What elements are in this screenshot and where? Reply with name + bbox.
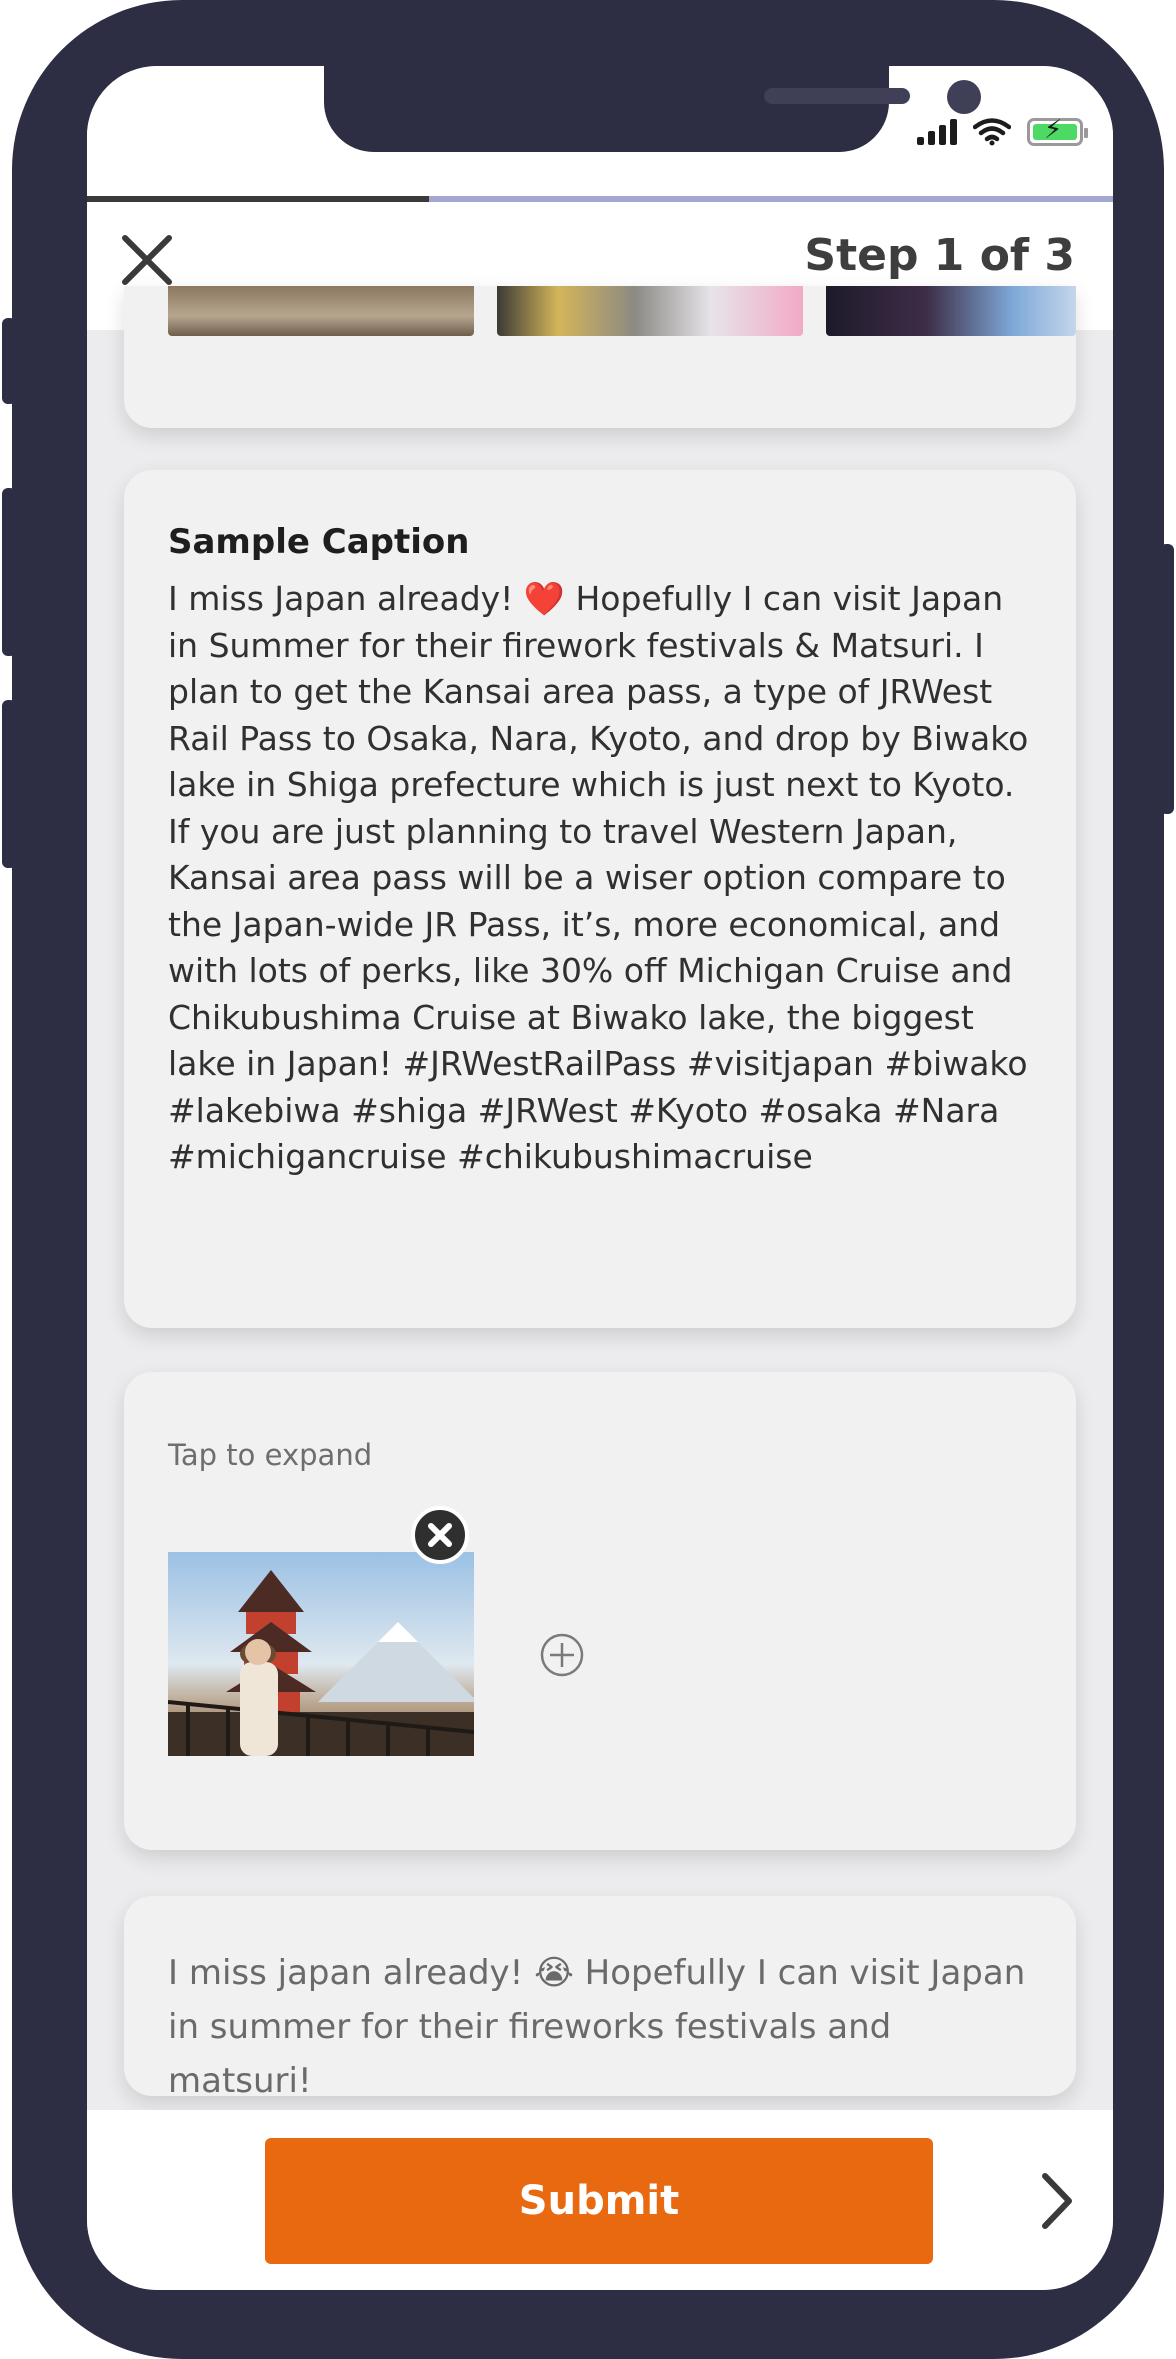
caption-input-card[interactable]: I miss japan already! 😭 Hopefully I can … [124,1896,1076,2101]
caption-text: I miss Japan already! ❤️ Hopefully I can… [168,579,1029,1176]
add-photo-icon[interactable] [539,1632,585,1678]
front-camera [947,80,981,114]
sample-caption-card: Sample Caption I miss Japan already! ❤️ … [124,470,1076,1328]
submit-button[interactable]: Submit [265,2138,933,2264]
earpiece-speaker [764,88,910,104]
status-icons: ⚡ [917,117,1088,146]
bottom-action-bar: Submit [87,2110,1113,2290]
media-thumbnail[interactable] [497,286,803,336]
cellular-signal-icon [917,119,957,145]
battery-charging-icon: ⚡ [1027,117,1088,146]
media-strip-card [124,286,1076,428]
chevron-right-icon[interactable] [1037,2170,1077,2232]
caption-input-text[interactable]: I miss japan already! 😭 Hopefully I can … [168,1946,1032,2108]
caption-title: Sample Caption [168,522,470,562]
media-thumbnail[interactable] [168,286,474,336]
close-icon[interactable] [119,232,175,288]
wifi-icon [973,118,1011,146]
media-upload-card: Tap to expand [124,1372,1076,1850]
tap-to-expand-label: Tap to expand [168,1438,373,1472]
media-thumbnail[interactable] [826,286,1076,336]
phone-screen: ⚡ Step 1 of 3 Sample Caption I miss Japa… [87,66,1113,2290]
close-icon [428,1523,452,1547]
step-indicator: Step 1 of 3 [804,230,1075,281]
pagoda-photo-illustration [168,1570,474,1756]
remove-photo-button[interactable] [411,1506,469,1564]
phone-frame: ⚡ Step 1 of 3 Sample Caption I miss Japa… [12,0,1164,2359]
phone-notch [324,66,981,152]
uploaded-photo[interactable] [168,1552,474,1756]
